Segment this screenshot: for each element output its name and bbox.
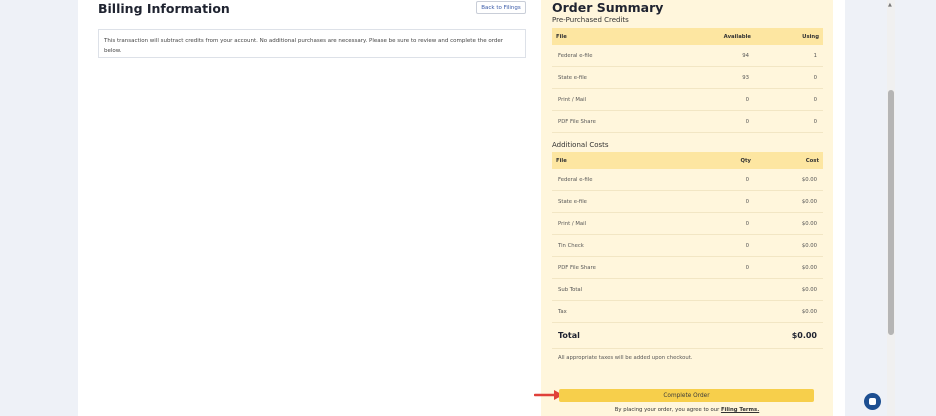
additional-costs-table: File Qty Cost Federal e-file 0 $0.00 Sta… <box>552 152 823 349</box>
row-file: PDF File Share <box>558 118 596 125</box>
row-using: 1 <box>813 52 817 59</box>
terms-prefix: By placing your order, you agree to our <box>614 407 720 413</box>
prepurchased-table: File Available Using Federal e-file 94 1… <box>552 28 823 133</box>
table-row: Tin Check 0 $0.00 <box>552 235 823 257</box>
subtotal-label: Sub Total <box>558 286 583 293</box>
row-qty: 0 <box>745 220 749 227</box>
table-header: File Qty Cost <box>552 152 823 169</box>
table-row: Print / Mail 0 0 <box>552 89 823 111</box>
subtotal-value: $0.00 <box>801 286 817 293</box>
row-available: 0 <box>745 96 749 103</box>
row-file: Print / Mail <box>558 96 587 103</box>
subtotal-row: Sub Total $0.00 <box>552 279 823 301</box>
table-row: Print / Mail 0 $0.00 <box>552 213 823 235</box>
row-cost: $0.00 <box>801 198 817 205</box>
row-file: Federal e-file <box>558 52 593 59</box>
row-available: 0 <box>745 118 749 125</box>
tax-label: Tax <box>558 308 567 315</box>
table-row: PDF File Share 0 $0.00 <box>552 257 823 279</box>
row-file: State e-file <box>558 198 587 205</box>
row-using: 0 <box>813 118 817 125</box>
table-row: PDF File Share 0 0 <box>552 111 823 133</box>
row-using: 0 <box>813 96 817 103</box>
header-cost: Cost <box>805 157 819 164</box>
table-header: File Available Using <box>552 28 823 45</box>
billing-notice: This transaction will subtract credits f… <box>98 29 526 58</box>
filing-terms-link[interactable]: Filing Terms. <box>721 407 759 413</box>
row-file: Print / Mail <box>558 220 587 227</box>
header-file: File <box>556 157 567 164</box>
row-file: State e-file <box>558 74 587 81</box>
row-file: PDF File Share <box>558 264 596 271</box>
row-cost: $0.00 <box>801 176 817 183</box>
additional-costs-title: Additional Costs <box>552 141 609 149</box>
row-using: 0 <box>813 74 817 81</box>
total-value: $0.00 <box>791 331 817 340</box>
row-cost: $0.00 <box>801 242 817 249</box>
tax-value: $0.00 <box>801 308 817 315</box>
row-qty: 0 <box>745 176 749 183</box>
tax-row: Tax $0.00 <box>552 301 823 323</box>
row-file: Tin Check <box>558 242 584 249</box>
table-row: Federal e-file 94 1 <box>552 45 823 67</box>
row-qty: 0 <box>745 242 749 249</box>
chat-icon-glyph <box>869 398 876 405</box>
row-available: 94 <box>742 52 749 59</box>
complete-order-button[interactable]: Complete Order <box>559 389 814 402</box>
header-available: Available <box>723 33 751 40</box>
header-file: File <box>556 33 567 40</box>
row-cost: $0.00 <box>801 220 817 227</box>
row-available: 93 <box>742 74 749 81</box>
row-file: Federal e-file <box>558 176 593 183</box>
terms-text: By placing your order, you agree to our … <box>541 407 833 413</box>
table-row: State e-file 0 $0.00 <box>552 191 823 213</box>
header-using: Using <box>802 33 819 40</box>
row-qty: 0 <box>745 198 749 205</box>
header-qty: Qty <box>740 157 752 164</box>
row-qty: 0 <box>745 264 749 271</box>
prepurchased-title: Pre-Purchased Credits <box>552 16 629 24</box>
billing-title: Billing Information <box>98 1 230 16</box>
taxes-note: All appropriate taxes will be added upon… <box>558 355 693 361</box>
table-row: Federal e-file 0 $0.00 <box>552 169 823 191</box>
chat-icon[interactable] <box>864 393 881 410</box>
table-row: State e-file 93 0 <box>552 67 823 89</box>
total-row: Total $0.00 <box>552 323 823 349</box>
scroll-up-icon[interactable]: ▲ <box>888 2 892 8</box>
row-cost: $0.00 <box>801 264 817 271</box>
back-to-filings-button[interactable]: Back to Filings <box>476 1 526 14</box>
total-label: Total <box>558 331 580 340</box>
order-summary-title: Order Summary <box>552 0 664 15</box>
scrollbar-thumb[interactable] <box>888 90 894 335</box>
